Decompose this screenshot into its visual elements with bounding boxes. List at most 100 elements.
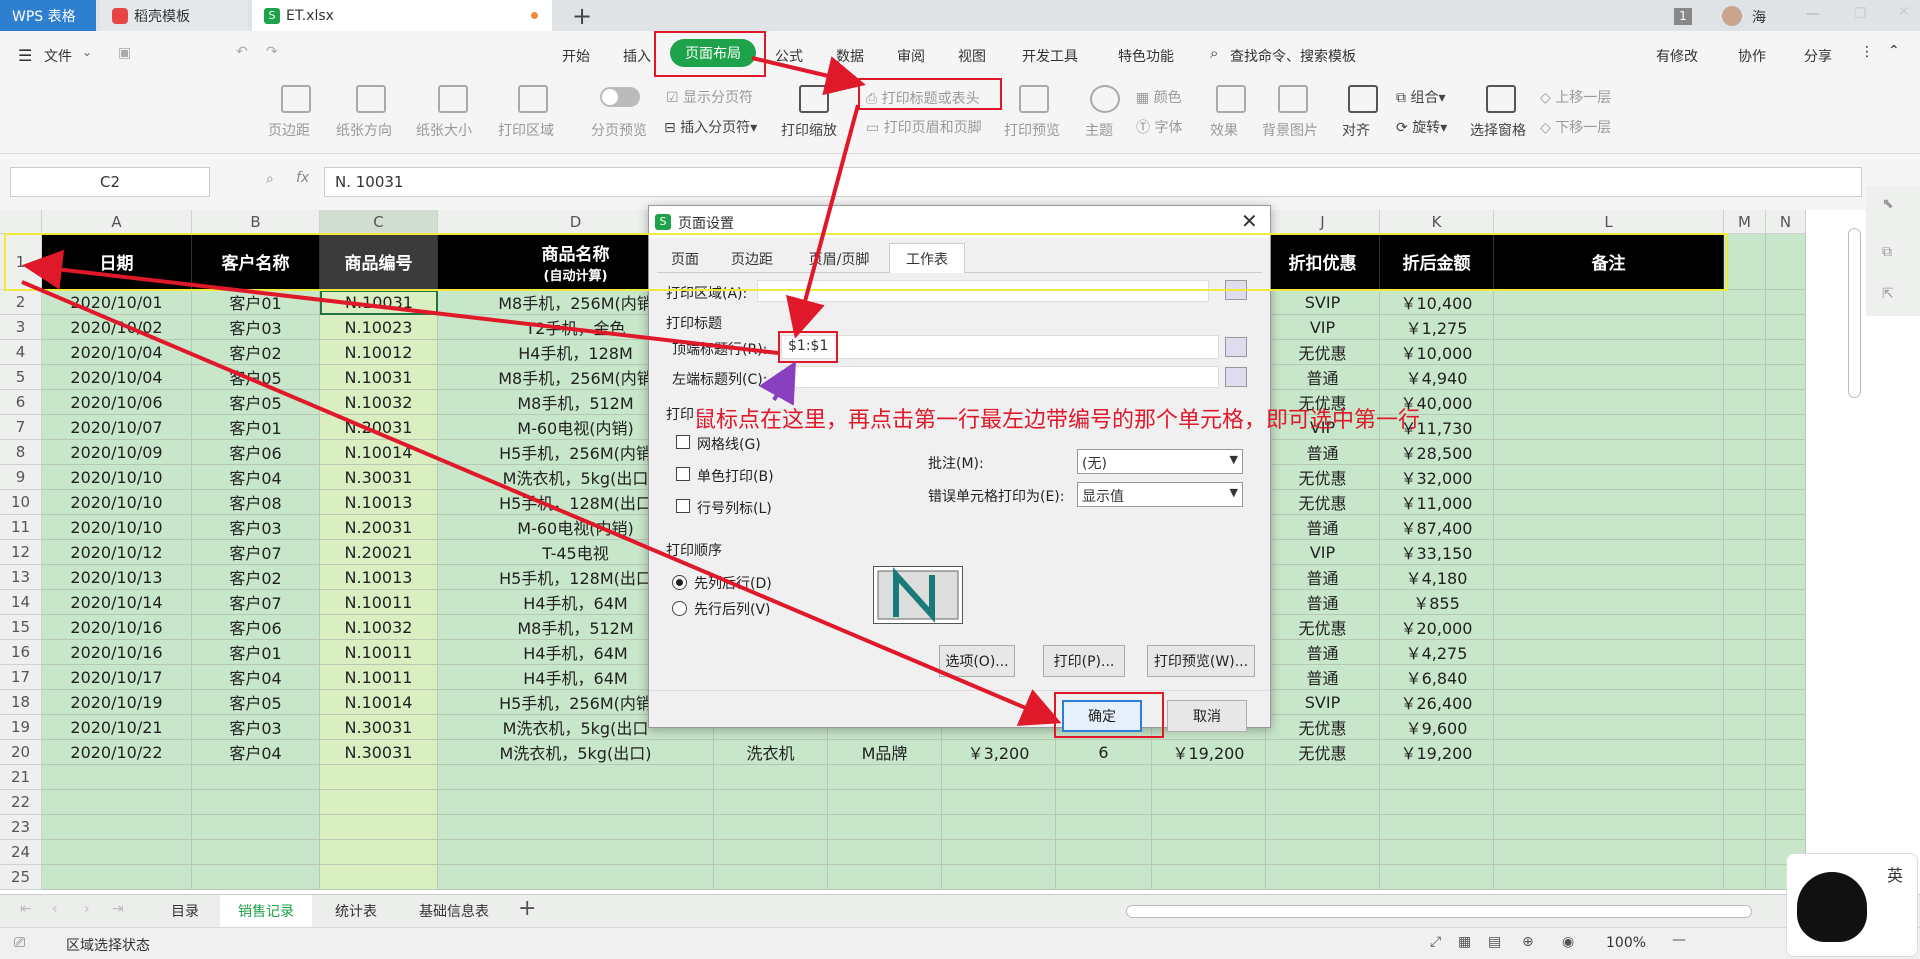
empty-cell[interactable] xyxy=(942,815,1056,840)
empty-cell[interactable] xyxy=(42,840,192,865)
new-tab-button[interactable]: + xyxy=(572,2,592,30)
menu-developer[interactable]: 开发工具 xyxy=(1022,46,1078,66)
empty-cell[interactable] xyxy=(1724,840,1766,865)
empty-cell[interactable] xyxy=(942,790,1056,815)
table-cell[interactable] xyxy=(1494,490,1724,515)
empty-cell[interactable] xyxy=(1494,865,1724,890)
empty-cell[interactable] xyxy=(942,865,1056,890)
row-header[interactable]: 14 xyxy=(0,590,42,615)
empty-cell[interactable] xyxy=(1266,865,1380,890)
row-header[interactable]: 18 xyxy=(0,690,42,715)
table-cell[interactable] xyxy=(1766,515,1806,540)
table-cell[interactable]: N.30031 xyxy=(320,715,438,740)
row-header[interactable]: 17 xyxy=(0,665,42,690)
table-cell[interactable]: 客户03 xyxy=(192,715,320,740)
sheet-tab-info[interactable]: 基础信息表 xyxy=(400,895,508,927)
table-cell[interactable] xyxy=(1724,415,1766,440)
table-cell[interactable]: N.10011 xyxy=(320,640,438,665)
table-cell[interactable]: VIP xyxy=(1266,315,1380,340)
table-cell[interactable] xyxy=(1724,565,1766,590)
options-button[interactable]: 选项(O)... xyxy=(939,645,1015,677)
column-header[interactable]: J xyxy=(1266,210,1380,234)
row-header[interactable]: 20 xyxy=(0,740,42,765)
side-tool-icon[interactable]: ⧉ xyxy=(1882,244,1892,260)
empty-cell[interactable] xyxy=(1766,234,1806,290)
column-header[interactable]: A xyxy=(42,210,192,234)
empty-cell[interactable] xyxy=(1266,765,1380,790)
sheet-tab-sales[interactable]: 销售记录 xyxy=(220,895,312,927)
gridlines-checkbox[interactable] xyxy=(676,435,690,449)
table-cell[interactable]: 普通 xyxy=(1266,665,1380,690)
row-header[interactable]: 7 xyxy=(0,415,42,440)
empty-cell[interactable] xyxy=(320,815,438,840)
table-cell[interactable] xyxy=(1724,365,1766,390)
table-cell[interactable] xyxy=(1724,715,1766,740)
table-cell[interactable]: 客户01 xyxy=(192,415,320,440)
table-cell[interactable]: 客户06 xyxy=(192,615,320,640)
selection-pane-button[interactable]: 选择窗格 xyxy=(1470,120,1526,140)
collab-button[interactable]: 协作 xyxy=(1738,46,1766,66)
table-cell[interactable]: ￥87,400 xyxy=(1380,515,1494,540)
empty-cell[interactable] xyxy=(1380,815,1494,840)
empty-cell[interactable] xyxy=(1724,765,1766,790)
empty-cell[interactable] xyxy=(192,865,320,890)
save-icon[interactable]: ▣ xyxy=(118,45,131,61)
empty-cell[interactable] xyxy=(714,790,828,815)
empty-cell[interactable] xyxy=(1766,765,1806,790)
empty-cell[interactable] xyxy=(1494,815,1724,840)
avatar[interactable] xyxy=(1722,6,1742,26)
table-cell[interactable] xyxy=(1724,340,1766,365)
empty-cell[interactable] xyxy=(942,840,1056,865)
empty-cell[interactable] xyxy=(1380,865,1494,890)
table-cell[interactable]: 2020/10/01 xyxy=(42,290,192,315)
table-cell[interactable] xyxy=(1724,490,1766,515)
app-tab-wps[interactable]: WPS 表格 xyxy=(0,0,96,31)
row-header[interactable]: 12 xyxy=(0,540,42,565)
empty-cell[interactable] xyxy=(1266,840,1380,865)
insert-page-break-button[interactable]: ⊟ 插入分页符▾ xyxy=(664,117,757,137)
sheet-tab-toc[interactable]: 目录 xyxy=(152,895,218,927)
add-sheet-button[interactable]: + xyxy=(518,896,536,921)
table-cell[interactable]: 普通 xyxy=(1266,515,1380,540)
effect-button[interactable]: 效果 xyxy=(1210,120,1238,140)
table-cell[interactable]: VIP xyxy=(1266,540,1380,565)
table-cell[interactable]: M品牌 xyxy=(828,740,942,765)
zoom-level[interactable]: 100% xyxy=(1606,935,1646,951)
table-cell[interactable] xyxy=(1766,390,1806,415)
empty-cell[interactable] xyxy=(1724,865,1766,890)
comments-select[interactable]: (无) ▼ xyxy=(1077,449,1243,474)
table-cell[interactable]: 2020/10/10 xyxy=(42,490,192,515)
table-cell[interactable] xyxy=(1766,665,1806,690)
table-cell[interactable]: 普通 xyxy=(1266,640,1380,665)
app-tab-docer[interactable]: 稻壳模板 xyxy=(100,0,248,31)
empty-cell[interactable] xyxy=(828,765,942,790)
empty-cell[interactable] xyxy=(714,815,828,840)
table-cell[interactable]: 客户07 xyxy=(192,590,320,615)
empty-cell[interactable] xyxy=(320,840,438,865)
table-cell[interactable]: N.10031 xyxy=(320,290,438,315)
table-cell[interactable]: ￥10,000 xyxy=(1380,340,1494,365)
table-cell[interactable] xyxy=(1724,440,1766,465)
table-cell[interactable]: ￥4,940 xyxy=(1380,365,1494,390)
empty-cell[interactable] xyxy=(1766,815,1806,840)
empty-cell[interactable] xyxy=(1266,815,1380,840)
table-cell[interactable]: 无优惠 xyxy=(1266,740,1380,765)
paper-size-button[interactable]: 纸张大小 xyxy=(416,120,472,140)
table-cell[interactable]: ￥3,200 xyxy=(942,740,1056,765)
table-cell[interactable] xyxy=(1766,540,1806,565)
table-cell[interactable] xyxy=(1494,640,1724,665)
file-menu[interactable]: 文件 xyxy=(44,46,72,66)
first-sheet-icon[interactable]: ⇤ xyxy=(20,901,32,917)
table-cell[interactable] xyxy=(1766,565,1806,590)
undo-icon[interactable]: ↶ xyxy=(236,44,248,60)
table-cell[interactable]: 2020/10/12 xyxy=(42,540,192,565)
table-cell[interactable]: 2020/10/21 xyxy=(42,715,192,740)
table-cell[interactable] xyxy=(1494,665,1724,690)
row-header[interactable]: 24 xyxy=(0,840,42,865)
print-preview-dialog-button[interactable]: 打印预览(W)... xyxy=(1147,645,1255,677)
table-cell[interactable] xyxy=(1494,290,1724,315)
menu-data[interactable]: 数据 xyxy=(836,46,864,66)
table-cell[interactable]: 普通 xyxy=(1266,440,1380,465)
table-cell[interactable]: 普通 xyxy=(1266,565,1380,590)
table-cell[interactable]: 客户06 xyxy=(192,440,320,465)
